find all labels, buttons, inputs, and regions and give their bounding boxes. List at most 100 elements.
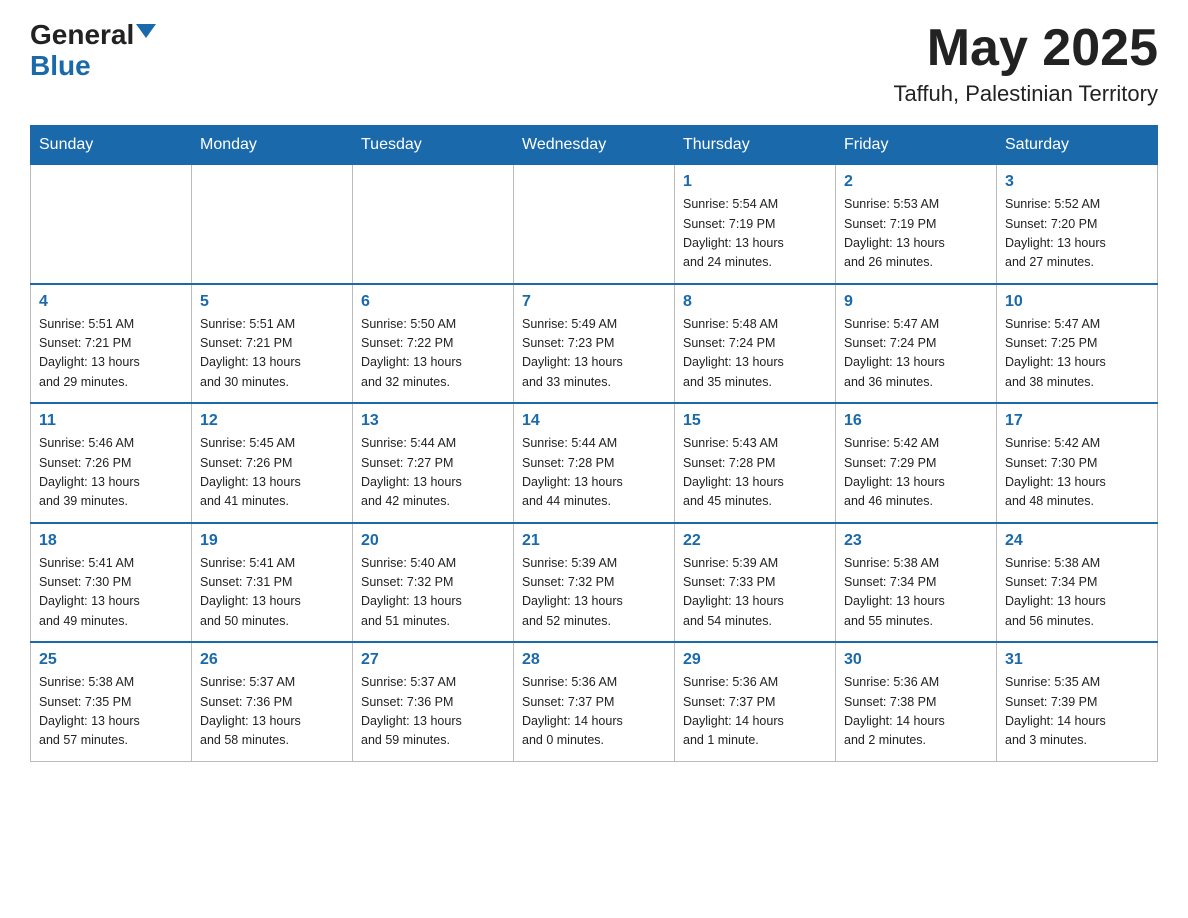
week-row-1: 1Sunrise: 5:54 AMSunset: 7:19 PMDaylight…: [31, 165, 1158, 284]
day-info: Sunrise: 5:36 AMSunset: 7:37 PMDaylight:…: [522, 673, 666, 751]
calendar-cell: 10 Sunrise: 5:47 AMSunset: 7:25 PMDayligh…: [997, 284, 1158, 404]
day-number: 15: [683, 412, 827, 430]
day-info: Sunrise: 5:51 AMSunset: 7:21 PMDaylight:…: [39, 315, 183, 393]
day-number: 21: [522, 532, 666, 550]
day-info: Sunrise: 5:46 AMSunset: 7:26 PMDaylight:…: [39, 434, 183, 512]
day-info: Sunrise: 5:44 AMSunset: 7:27 PMDaylight:…: [361, 434, 505, 512]
day-info: Sunrise: 5:44 AMSunset: 7:28 PMDaylight:…: [522, 434, 666, 512]
calendar-cell: 27 Sunrise: 5:37 AMSunset: 7:36 PMDayligh…: [353, 642, 514, 761]
calendar-cell: [192, 165, 353, 284]
day-info: Sunrise: 5:47 AMSunset: 7:25 PMDaylight:…: [1005, 315, 1149, 393]
calendar-cell: 13 Sunrise: 5:44 AMSunset: 7:27 PMDayligh…: [353, 403, 514, 523]
week-row-5: 25 Sunrise: 5:38 AMSunset: 7:35 PMDayligh…: [31, 642, 1158, 761]
calendar-cell: 17 Sunrise: 5:42 AMSunset: 7:30 PMDayligh…: [997, 403, 1158, 523]
header-monday: Monday: [192, 126, 353, 165]
day-info: Sunrise: 5:42 AMSunset: 7:30 PMDaylight:…: [1005, 434, 1149, 512]
day-number: 26: [200, 651, 344, 669]
logo-triangle-icon: [136, 24, 156, 38]
day-number: 13: [361, 412, 505, 430]
header-friday: Friday: [836, 126, 997, 165]
header-sunday: Sunday: [31, 126, 192, 165]
calendar-cell: [353, 165, 514, 284]
header-wednesday: Wednesday: [514, 126, 675, 165]
calendar-cell: 3 Sunrise: 5:52 AMSunset: 7:20 PMDaylight…: [997, 165, 1158, 284]
day-info: Sunrise: 5:49 AMSunset: 7:23 PMDaylight:…: [522, 315, 666, 393]
calendar-cell: 11Sunrise: 5:46 AMSunset: 7:26 PMDayligh…: [31, 403, 192, 523]
calendar-cell: 14 Sunrise: 5:44 AMSunset: 7:28 PMDayligh…: [514, 403, 675, 523]
calendar-cell: 29 Sunrise: 5:36 AMSunset: 7:37 PMDayligh…: [675, 642, 836, 761]
day-number: 8: [683, 293, 827, 311]
day-number: 29: [683, 651, 827, 669]
day-number: 1: [683, 173, 827, 191]
calendar-cell: 8 Sunrise: 5:48 AMSunset: 7:24 PMDaylight…: [675, 284, 836, 404]
calendar-cell: 25 Sunrise: 5:38 AMSunset: 7:35 PMDayligh…: [31, 642, 192, 761]
calendar-cell: 6 Sunrise: 5:50 AMSunset: 7:22 PMDaylight…: [353, 284, 514, 404]
header-tuesday: Tuesday: [353, 126, 514, 165]
calendar-cell: 31 Sunrise: 5:35 AMSunset: 7:39 PMDayligh…: [997, 642, 1158, 761]
week-row-3: 11Sunrise: 5:46 AMSunset: 7:26 PMDayligh…: [31, 403, 1158, 523]
calendar-cell: 5 Sunrise: 5:51 AMSunset: 7:21 PMDaylight…: [192, 284, 353, 404]
day-info: Sunrise: 5:48 AMSunset: 7:24 PMDaylight:…: [683, 315, 827, 393]
day-number: 19: [200, 532, 344, 550]
day-info: Sunrise: 5:41 AMSunset: 7:30 PMDaylight:…: [39, 554, 183, 632]
day-number: 12: [200, 412, 344, 430]
header-saturday: Saturday: [997, 126, 1158, 165]
day-info: Sunrise: 5:51 AMSunset: 7:21 PMDaylight:…: [200, 315, 344, 393]
day-info: Sunrise: 5:35 AMSunset: 7:39 PMDaylight:…: [1005, 673, 1149, 751]
title-block: May 2025 Taffuh, Palestinian Territory: [893, 20, 1158, 107]
day-info: Sunrise: 5:36 AMSunset: 7:37 PMDaylight:…: [683, 673, 827, 751]
calendar-cell: 22 Sunrise: 5:39 AMSunset: 7:33 PMDayligh…: [675, 523, 836, 643]
day-number: 6: [361, 293, 505, 311]
day-info: Sunrise: 5:42 AMSunset: 7:29 PMDaylight:…: [844, 434, 988, 512]
day-info: Sunrise: 5:37 AMSunset: 7:36 PMDaylight:…: [200, 673, 344, 751]
day-number: 31: [1005, 651, 1149, 669]
calendar-cell: 16Sunrise: 5:42 AMSunset: 7:29 PMDayligh…: [836, 403, 997, 523]
day-info: Sunrise: 5:50 AMSunset: 7:22 PMDaylight:…: [361, 315, 505, 393]
week-row-2: 4Sunrise: 5:51 AMSunset: 7:21 PMDaylight…: [31, 284, 1158, 404]
day-number: 23: [844, 532, 988, 550]
day-number: 17: [1005, 412, 1149, 430]
calendar-cell: [514, 165, 675, 284]
calendar-cell: 18 Sunrise: 5:41 AMSunset: 7:30 PMDayligh…: [31, 523, 192, 643]
calendar-cell: 19 Sunrise: 5:41 AMSunset: 7:31 PMDayligh…: [192, 523, 353, 643]
day-info: Sunrise: 5:38 AMSunset: 7:35 PMDaylight:…: [39, 673, 183, 751]
calendar-cell: 20 Sunrise: 5:40 AMSunset: 7:32 PMDayligh…: [353, 523, 514, 643]
day-number: 3: [1005, 173, 1149, 191]
calendar-cell: 9Sunrise: 5:47 AMSunset: 7:24 PMDaylight…: [836, 284, 997, 404]
header-thursday: Thursday: [675, 126, 836, 165]
day-info: Sunrise: 5:52 AMSunset: 7:20 PMDaylight:…: [1005, 195, 1149, 273]
calendar-cell: 15Sunrise: 5:43 AMSunset: 7:28 PMDayligh…: [675, 403, 836, 523]
day-number: 22: [683, 532, 827, 550]
day-number: 9: [844, 293, 988, 311]
day-info: Sunrise: 5:36 AMSunset: 7:38 PMDaylight:…: [844, 673, 988, 751]
calendar-cell: 4Sunrise: 5:51 AMSunset: 7:21 PMDaylight…: [31, 284, 192, 404]
day-number: 27: [361, 651, 505, 669]
calendar-location: Taffuh, Palestinian Territory: [893, 81, 1158, 107]
logo-text-general: General: [30, 20, 134, 51]
day-number: 5: [200, 293, 344, 311]
calendar-cell: 21 Sunrise: 5:39 AMSunset: 7:32 PMDayligh…: [514, 523, 675, 643]
day-info: Sunrise: 5:37 AMSunset: 7:36 PMDaylight:…: [361, 673, 505, 751]
day-info: Sunrise: 5:41 AMSunset: 7:31 PMDaylight:…: [200, 554, 344, 632]
day-number: 2: [844, 173, 988, 191]
day-number: 18: [39, 532, 183, 550]
calendar-cell: 7 Sunrise: 5:49 AMSunset: 7:23 PMDaylight…: [514, 284, 675, 404]
calendar-cell: 30Sunrise: 5:36 AMSunset: 7:38 PMDayligh…: [836, 642, 997, 761]
calendar-cell: [31, 165, 192, 284]
week-row-4: 18 Sunrise: 5:41 AMSunset: 7:30 PMDayligh…: [31, 523, 1158, 643]
day-info: Sunrise: 5:39 AMSunset: 7:32 PMDaylight:…: [522, 554, 666, 632]
calendar-cell: 2Sunrise: 5:53 AMSunset: 7:19 PMDaylight…: [836, 165, 997, 284]
weekday-header-row: Sunday Monday Tuesday Wednesday Thursday…: [31, 126, 1158, 165]
day-number: 7: [522, 293, 666, 311]
calendar-cell: 28Sunrise: 5:36 AMSunset: 7:37 PMDayligh…: [514, 642, 675, 761]
day-number: 14: [522, 412, 666, 430]
day-number: 25: [39, 651, 183, 669]
day-info: Sunrise: 5:39 AMSunset: 7:33 PMDaylight:…: [683, 554, 827, 632]
day-info: Sunrise: 5:45 AMSunset: 7:26 PMDaylight:…: [200, 434, 344, 512]
calendar-cell: 26 Sunrise: 5:37 AMSunset: 7:36 PMDayligh…: [192, 642, 353, 761]
logo-text-blue: Blue: [30, 51, 91, 82]
day-number: 20: [361, 532, 505, 550]
day-info: Sunrise: 5:40 AMSunset: 7:32 PMDaylight:…: [361, 554, 505, 632]
day-number: 10: [1005, 293, 1149, 311]
page-header: General Blue May 2025 Taffuh, Palestinia…: [30, 20, 1158, 107]
